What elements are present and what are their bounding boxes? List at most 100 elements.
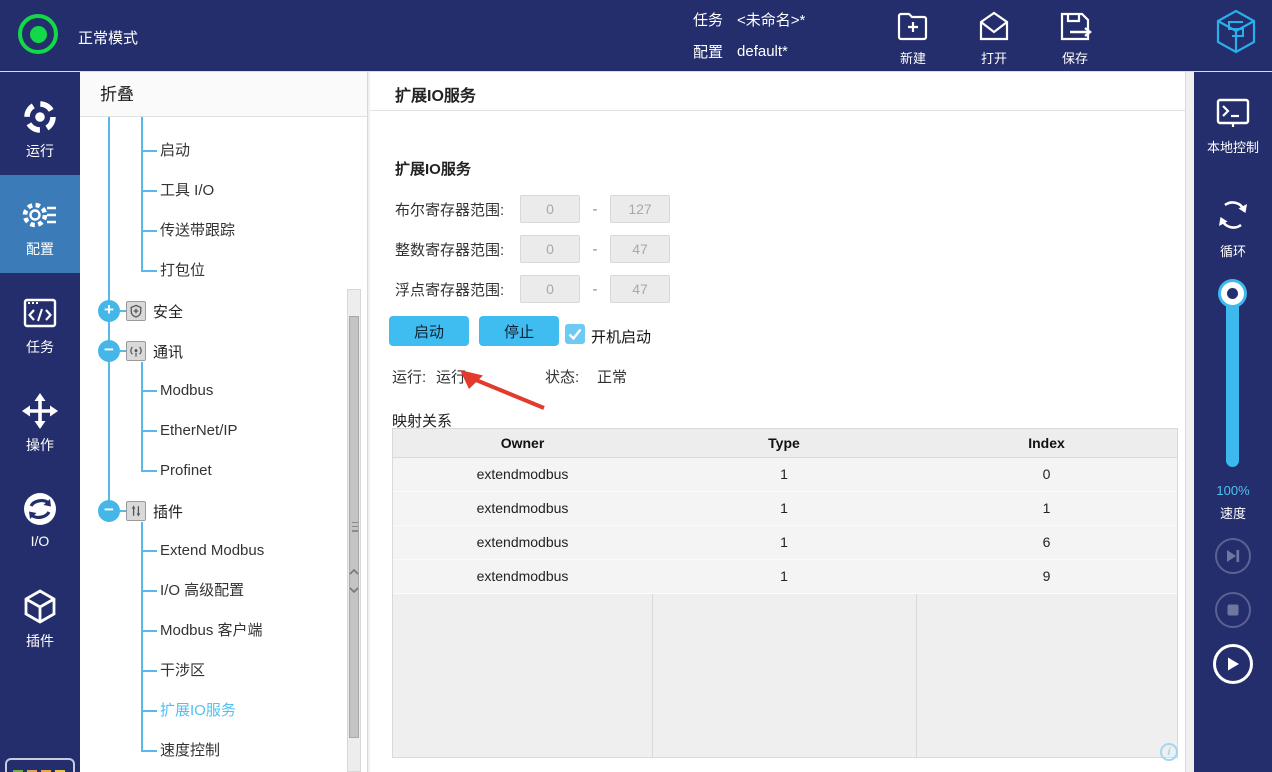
- int-range-label: 整数寄存器范围:: [395, 239, 520, 260]
- target-run-icon: [0, 97, 80, 137]
- autostart-checkbox[interactable]: [565, 324, 585, 344]
- tree-node-label: 插件: [153, 501, 183, 522]
- tree-item-profinet[interactable]: Profinet: [160, 460, 212, 482]
- scrollbar-thumb[interactable]: [349, 316, 359, 738]
- save-button[interactable]: 保存: [1044, 8, 1106, 67]
- bottom-partial-logo: [5, 758, 75, 772]
- float-range-from-input[interactable]: [520, 275, 580, 303]
- table-row[interactable]: extendmodbus 1 9: [393, 560, 1177, 594]
- sidebar-item-task[interactable]: 任务: [0, 273, 80, 371]
- tree-item-modbus[interactable]: Modbus: [160, 380, 213, 402]
- open-button-label: 打开: [963, 48, 1025, 67]
- int-register-range-row: 整数寄存器范围: -: [395, 235, 670, 263]
- stop-button[interactable]: 停止: [479, 316, 559, 346]
- terminal-monitor-icon: [1194, 93, 1272, 133]
- save-button-label: 保存: [1044, 48, 1106, 67]
- brand-cube-logo-icon: [1212, 8, 1260, 67]
- float-range-to-input[interactable]: [610, 275, 670, 303]
- page-title: 扩展IO服务: [395, 82, 476, 106]
- bool-range-to-input[interactable]: [610, 195, 670, 223]
- sidebar-item-plugin[interactable]: 插件: [0, 567, 80, 665]
- tree-item-modbus-client[interactable]: Modbus 客户端: [160, 620, 263, 642]
- local-control-button[interactable]: 本地控制: [1194, 93, 1272, 156]
- tree-item-interference[interactable]: 干涉区: [160, 660, 205, 682]
- cell-type: 1: [652, 560, 916, 593]
- sidebar-item-label: I/O: [0, 533, 80, 549]
- sliders-updown-icon: [126, 501, 146, 521]
- table-row[interactable]: extendmodbus 1 6: [393, 526, 1177, 560]
- tree-item-extend-io-service-selected[interactable]: 扩展IO服务: [160, 700, 236, 722]
- play-triangle-icon: [1224, 655, 1242, 673]
- cell-index: 1: [916, 492, 1177, 525]
- start-button[interactable]: 启动: [389, 316, 469, 346]
- cell-index: 9: [916, 560, 1177, 593]
- collapse-minus-icon[interactable]: [98, 500, 120, 522]
- stop-playback-button[interactable]: [1215, 592, 1251, 628]
- tree-node-plugins[interactable]: 插件: [98, 500, 183, 522]
- sidebar-item-io[interactable]: I/O: [0, 469, 80, 567]
- task-label: 任务: [693, 9, 723, 30]
- sidebar-item-config[interactable]: 配置: [0, 175, 80, 273]
- loop-sync-icon: [1194, 193, 1272, 237]
- tree-item-ethernetip[interactable]: EtherNet/IP: [160, 420, 238, 442]
- speed-percent: 100%: [1194, 483, 1272, 498]
- tree-node-security[interactable]: 安全: [98, 300, 183, 322]
- expand-plus-icon[interactable]: [98, 300, 120, 322]
- scroll-down-button[interactable]: [348, 583, 360, 598]
- config-value: default*: [737, 43, 788, 60]
- skip-next-button[interactable]: [1215, 538, 1251, 574]
- range-dash: -: [580, 241, 610, 258]
- tree-node-label: 安全: [153, 301, 183, 322]
- collapse-minus-icon[interactable]: [98, 340, 120, 362]
- col-header-type: Type: [652, 429, 916, 457]
- sidebar-item-label: 配置: [0, 239, 80, 259]
- new-folder-plus-icon: [882, 8, 944, 46]
- code-window-task-icon: [0, 293, 80, 333]
- mode-status-icon: [18, 14, 58, 54]
- collapse-all-button[interactable]: 折叠: [80, 72, 367, 117]
- sidebar-item-operate[interactable]: 操作: [0, 371, 80, 469]
- speed-slider-track[interactable]: [1226, 293, 1239, 467]
- autostart-label: 开机启动: [591, 326, 651, 347]
- sidebar-item-run[interactable]: 运行: [0, 77, 80, 175]
- float-register-range-row: 浮点寄存器范围: -: [395, 275, 670, 303]
- speed-slider-handle[interactable]: [1218, 279, 1247, 308]
- sidebar-item-label: 插件: [0, 631, 80, 651]
- tree-item-extend-modbus[interactable]: Extend Modbus: [160, 540, 264, 562]
- float-range-label: 浮点寄存器范围:: [395, 279, 520, 300]
- tree-item-pack-pos[interactable]: 打包位: [160, 260, 205, 282]
- save-floppy-arrow-icon: [1044, 8, 1106, 46]
- cell-index: 0: [916, 458, 1177, 491]
- sidebar-item-label: 操作: [0, 435, 80, 455]
- app-window: 正常模式 任务 <未命名>* 配置 default* 新建: [0, 0, 1272, 772]
- red-annotation-arrow: [456, 368, 552, 412]
- task-value: <未命名>*: [737, 9, 805, 30]
- open-button[interactable]: 打开: [963, 8, 1025, 67]
- move-arrows-icon: [0, 391, 80, 431]
- cell-index: 6: [916, 526, 1177, 559]
- tree-item-speed-control[interactable]: 速度控制: [160, 740, 220, 762]
- bool-register-range-row: 布尔寄存器范围: -: [395, 195, 670, 223]
- int-range-from-input[interactable]: [520, 235, 580, 263]
- bool-range-from-input[interactable]: [520, 195, 580, 223]
- new-button[interactable]: 新建: [882, 8, 944, 67]
- page-header: 扩展IO服务: [370, 72, 1185, 111]
- loop-button[interactable]: 循环: [1194, 193, 1272, 260]
- tree-item-io-advanced[interactable]: I/O 高级配置: [160, 580, 244, 602]
- tree-item-startup[interactable]: 启动: [160, 140, 190, 162]
- section-title: 扩展IO服务: [395, 158, 471, 179]
- table-row[interactable]: extendmodbus 1 0: [393, 458, 1177, 492]
- tree-item-conveyor[interactable]: 传送带跟踪: [160, 220, 235, 242]
- table-row[interactable]: extendmodbus 1 1: [393, 492, 1177, 526]
- int-range-to-input[interactable]: [610, 235, 670, 263]
- table-header-row: Owner Type Index: [393, 429, 1177, 458]
- tree-node-communication[interactable]: 通讯: [98, 340, 183, 362]
- scroll-up-button[interactable]: [348, 565, 360, 580]
- tree-scrollbar[interactable]: [347, 289, 361, 772]
- top-bar: 正常模式 任务 <未命名>* 配置 default* 新建: [0, 0, 1272, 72]
- play-button[interactable]: [1213, 644, 1253, 684]
- cell-owner: extendmodbus: [393, 560, 652, 593]
- tree-item-tool-io[interactable]: 工具 I/O: [160, 180, 214, 202]
- info-icon[interactable]: i: [1160, 743, 1178, 761]
- col-header-index: Index: [916, 429, 1177, 457]
